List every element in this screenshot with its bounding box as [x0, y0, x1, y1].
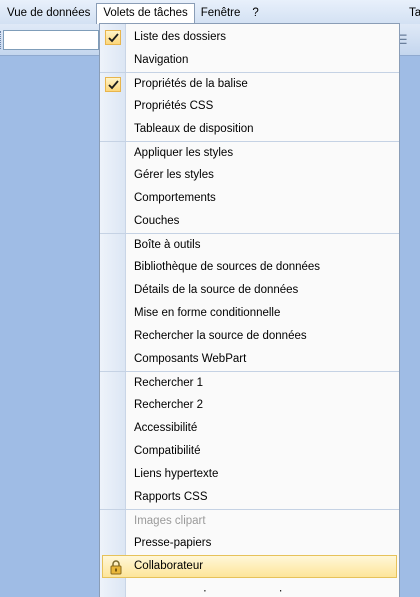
menu-item-label: Accessibilité — [134, 422, 198, 434]
menu-item-label: Propriétés de la balise — [134, 78, 248, 90]
menu-vue-de-donnees[interactable]: Vue de données — [0, 3, 96, 23]
toolbar-input[interactable] — [3, 30, 99, 50]
menu-item-label: Presse-papiers — [134, 537, 212, 549]
menu-item-retablir-disposition[interactable]: Rétablir la disposition de l'espace de t… — [100, 590, 399, 597]
menu-item-compatibilite[interactable]: Compatibilité — [100, 440, 399, 463]
menu-item-rechercher-1[interactable]: Rechercher 1 — [100, 371, 399, 394]
menu-item-composants-webpart[interactable]: Composants WebPart — [100, 348, 399, 371]
menu-item-label: Bibliothèque de sources de données — [134, 261, 321, 273]
menu-item-label: Rechercher la source de données — [134, 330, 307, 342]
menu-item-bibliotheque-de-sources-de-donnees[interactable]: Bibliothèque de sources de données — [100, 256, 399, 279]
toolbar-grip[interactable] — [0, 31, 2, 49]
menu-item-label: Collaborateur — [134, 560, 204, 572]
menu-item-label: Gérer les styles — [134, 169, 214, 181]
menu-item-label: Rechercher 1 — [134, 377, 204, 389]
menu-item-label: Composants WebPart — [134, 353, 247, 365]
menu-items: Liste des dossiers Navigation Propriétés d… — [100, 26, 399, 578]
volets-de-taches-menu: Liste des dossiers Navigation Propriétés d… — [99, 23, 400, 597]
menu-item-mise-en-forme-conditionnelle[interactable]: Mise en forme conditionnelle — [100, 302, 399, 325]
menu-item-label: Rapports CSS — [134, 491, 208, 503]
menu-item-label: Navigation — [134, 54, 189, 66]
lock-icon — [108, 559, 124, 575]
menu-item-liste-des-dossiers[interactable]: Liste des dossiers — [100, 26, 399, 49]
menu-item-rapports-css[interactable]: Rapports CSS — [100, 486, 399, 509]
menu-help[interactable]: ? — [246, 3, 264, 23]
menu-tableau[interactable]: Ta — [405, 3, 420, 23]
menu-item-label: Images clipart — [134, 515, 206, 527]
menu-volets-de-taches[interactable]: Volets de tâches — [96, 2, 195, 25]
menu-item-label: Tableaux de disposition — [134, 123, 254, 135]
menu-item-accessibilite[interactable]: Accessibilité — [100, 417, 399, 440]
menu-item-label: Liste des dossiers — [134, 31, 227, 43]
menu-item-label: Compatibilité — [134, 445, 201, 457]
menu-fenetre[interactable]: Fenêtre — [195, 3, 247, 23]
menu-item-appliquer-les-styles[interactable]: Appliquer les styles — [100, 141, 399, 164]
menu-item-boite-a-outils[interactable]: Boîte à outils — [100, 233, 399, 256]
menu-item-gerer-les-styles[interactable]: Gérer les styles — [100, 164, 399, 187]
checkmark-icon — [105, 30, 121, 45]
menu-item-navigation[interactable]: Navigation — [100, 49, 399, 72]
menu-item-label: Propriétés CSS — [134, 100, 214, 112]
menu-item-collaborateur[interactable]: Collaborateur — [102, 555, 397, 578]
menu-item-presse-papiers[interactable]: Presse-papiers — [100, 532, 399, 555]
menu-item-rechercher-la-source-de-donnees[interactable]: Rechercher la source de données — [100, 325, 399, 348]
menu-item-liens-hypertexte[interactable]: Liens hypertexte — [100, 463, 399, 486]
menu-item-images-clipart: Images clipart — [100, 509, 399, 532]
menu-item-couches[interactable]: Couches — [100, 210, 399, 233]
menu-item-label: Appliquer les styles — [134, 147, 234, 159]
menu-item-label: Boîte à outils — [134, 239, 201, 251]
menu-item-proprietes-de-la-balise[interactable]: Propriétés de la balise — [100, 72, 399, 95]
menu-item-proprietes-css[interactable]: Propriétés CSS — [100, 95, 399, 118]
menu-item-label: Comportements — [134, 192, 216, 204]
menu-item-label: Détails de la source de données — [134, 284, 299, 296]
checkmark-icon — [105, 77, 121, 92]
menu-item-label: Rechercher 2 — [134, 399, 204, 411]
menu-item-details-de-la-source-de-donnees[interactable]: Détails de la source de données — [100, 279, 399, 302]
menu-item-label: Liens hypertexte — [134, 468, 219, 480]
menu-item-tableaux-de-disposition[interactable]: Tableaux de disposition — [100, 118, 399, 141]
menu-item-label: Couches — [134, 215, 180, 227]
menu-item-rechercher-2[interactable]: Rechercher 2 — [100, 394, 399, 417]
menu-item-label: Rétablir la disposition de l'espace de t… — [134, 590, 354, 592]
menu-item-comportements[interactable]: Comportements — [100, 187, 399, 210]
menu-bar: Vue de données Volets de tâches Fenêtre … — [0, 0, 420, 25]
menu-item-label: Mise en forme conditionnelle — [134, 307, 281, 319]
